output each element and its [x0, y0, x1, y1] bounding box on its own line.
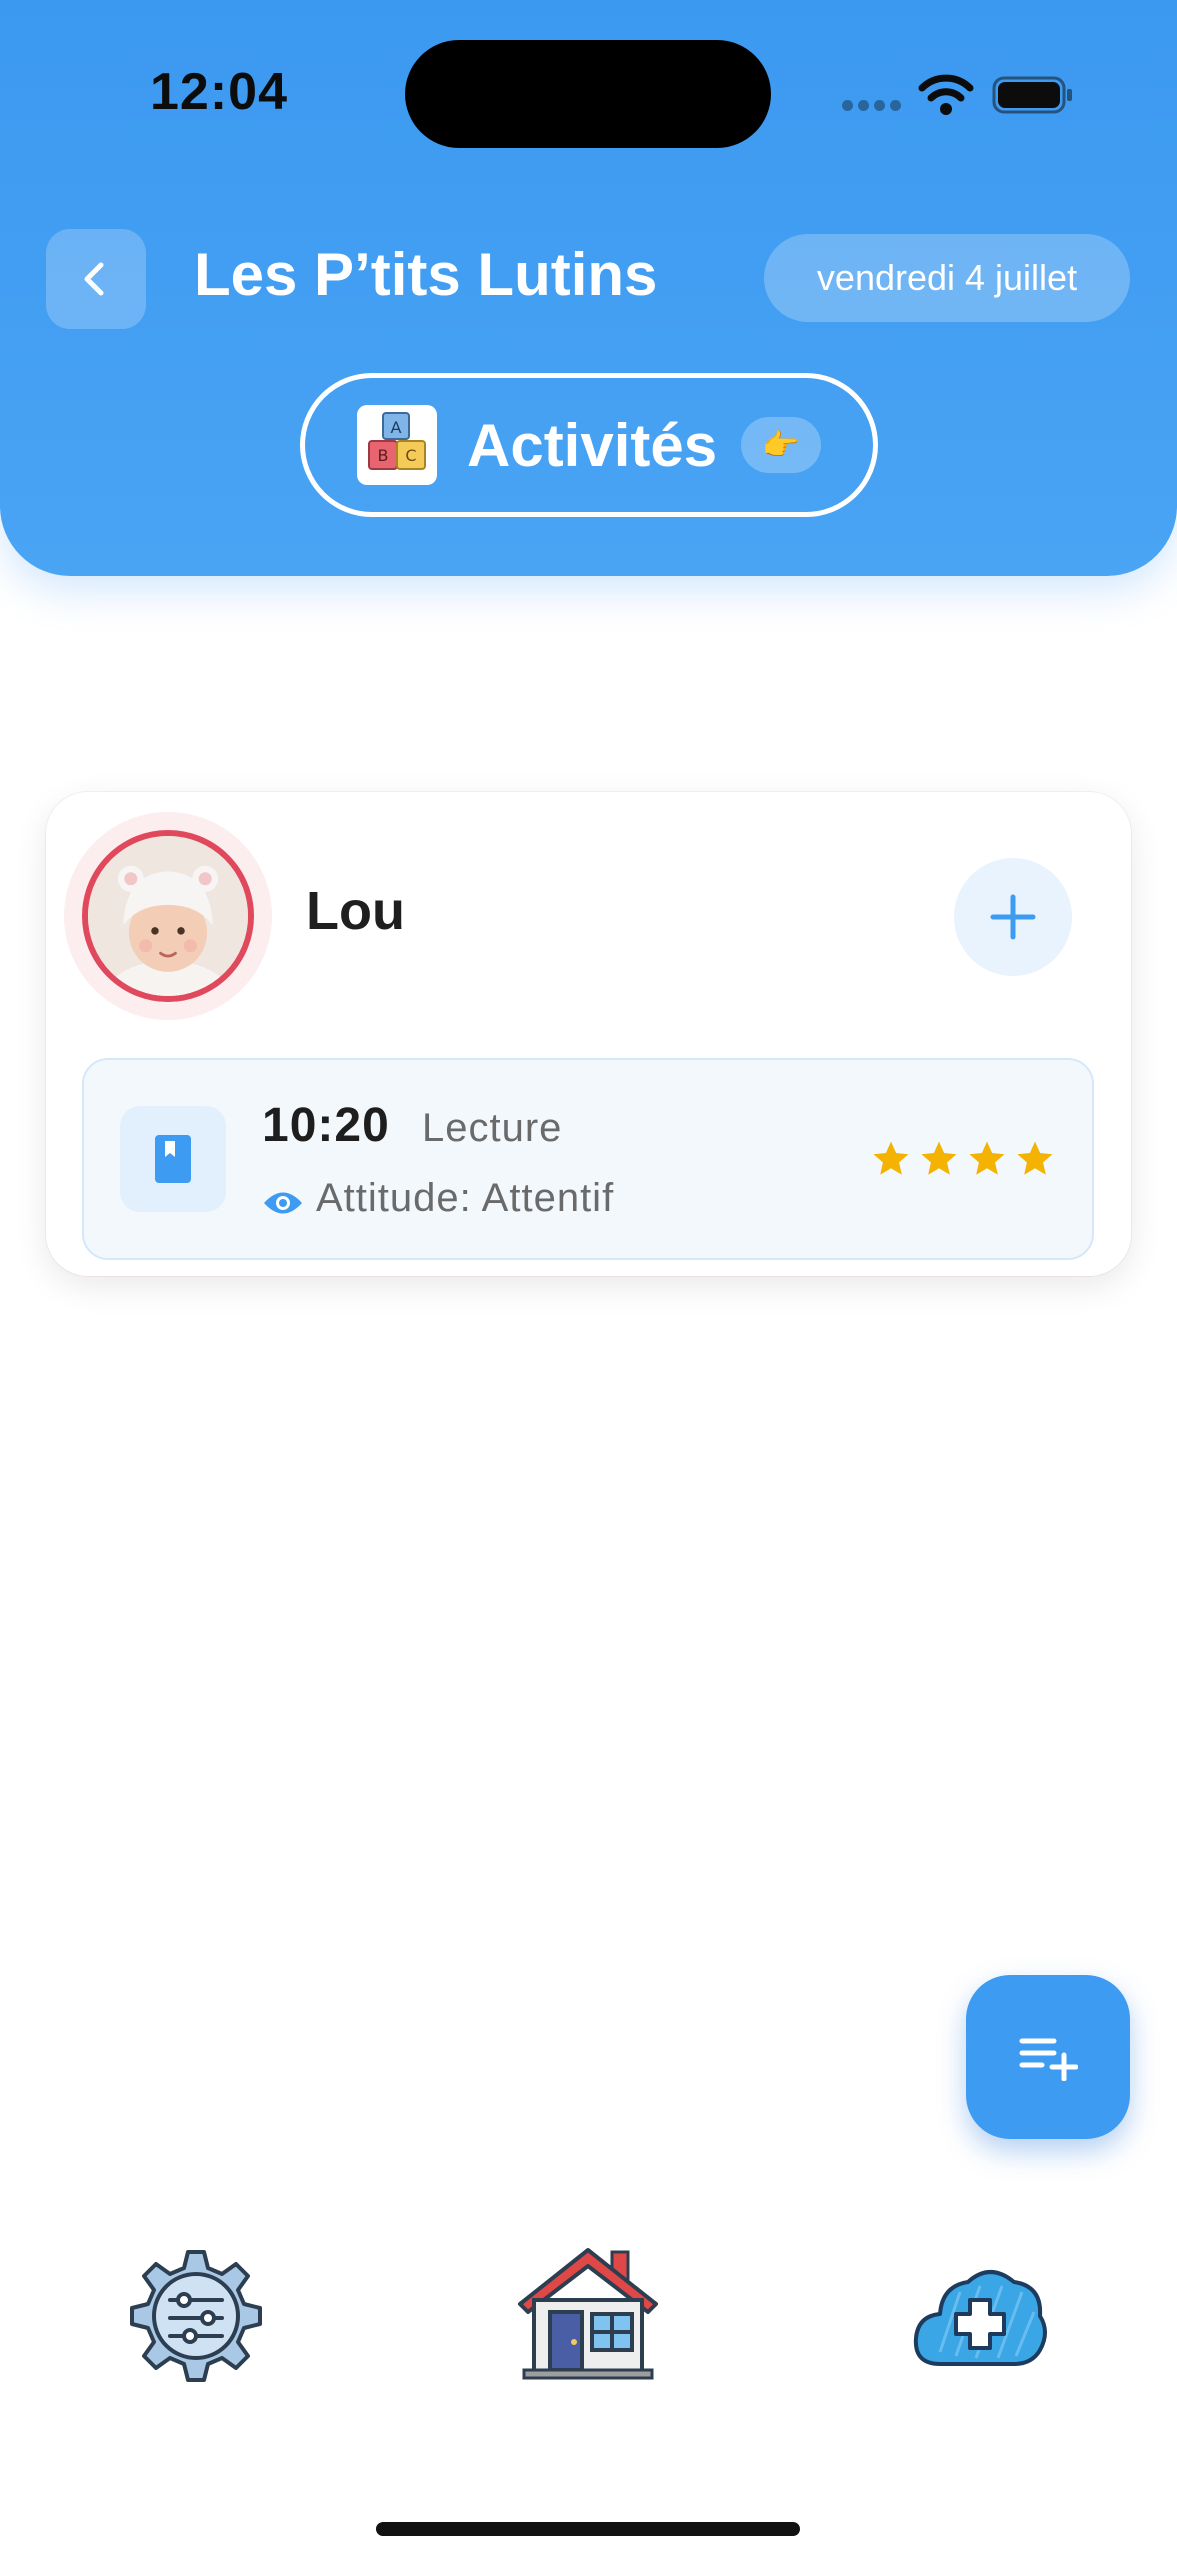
- star-icon: [921, 1141, 957, 1175]
- activity-entry[interactable]: 10:20 Lecture Attitude: Attentif: [82, 1058, 1094, 1260]
- child-card: Lou 10:20 Lecture Attitude: Attentif: [46, 792, 1131, 1276]
- block-letter-b: B: [378, 446, 389, 465]
- nav-add-button[interactable]: [910, 2252, 1050, 2380]
- block-letter-c: C: [405, 446, 416, 465]
- rating-stars: [870, 1138, 1056, 1180]
- plus-icon: [990, 894, 1036, 940]
- section-label: Activités: [467, 411, 718, 479]
- eye-icon: [264, 1192, 302, 1214]
- activities-selector-button[interactable]: A B C Activités 👉: [300, 373, 878, 517]
- home-indicator: [376, 2522, 800, 2536]
- status-time: 12:04: [150, 63, 288, 121]
- star-icon: [1017, 1141, 1053, 1175]
- home-house-icon: [518, 2248, 658, 2380]
- abc-blocks-icon: A B C: [357, 405, 437, 485]
- attitude-text: Attitude: Attentif: [316, 1176, 615, 1220]
- dynamic-island: [405, 40, 771, 148]
- star-icon: [873, 1141, 909, 1175]
- playlist-add-icon: [1019, 2038, 1078, 2081]
- settings-gear-icon: [130, 2250, 262, 2382]
- chevron-left-icon: [84, 262, 104, 296]
- child-name: Lou: [306, 881, 405, 941]
- nav-home-button[interactable]: [514, 2242, 662, 2382]
- add-activity-button[interactable]: [954, 858, 1072, 976]
- nav-settings-button[interactable]: [126, 2246, 266, 2386]
- header: 12:04 Les P’tits Lutins vendredi 4 juill…: [0, 0, 1177, 576]
- date-badge: vendredi 4 juillet: [764, 234, 1130, 322]
- star-icon: [969, 1141, 1005, 1175]
- pointing-hand-icon: 👉: [741, 417, 822, 473]
- add-list-fab[interactable]: [966, 1975, 1130, 2139]
- battery-icon: [992, 76, 1072, 114]
- book-icon: [120, 1106, 226, 1212]
- child-avatar[interactable]: [82, 830, 254, 1002]
- back-button[interactable]: [46, 229, 146, 329]
- cellular-signal-icon: [842, 100, 902, 116]
- activity-type: Lecture: [422, 1106, 563, 1150]
- block-letter-a: A: [391, 418, 402, 437]
- wifi-icon: [918, 74, 974, 115]
- cloud-plus-icon: [913, 2270, 1047, 2366]
- activity-time: 10:20: [262, 1099, 390, 1152]
- page-title: Les P’tits Lutins: [194, 241, 658, 308]
